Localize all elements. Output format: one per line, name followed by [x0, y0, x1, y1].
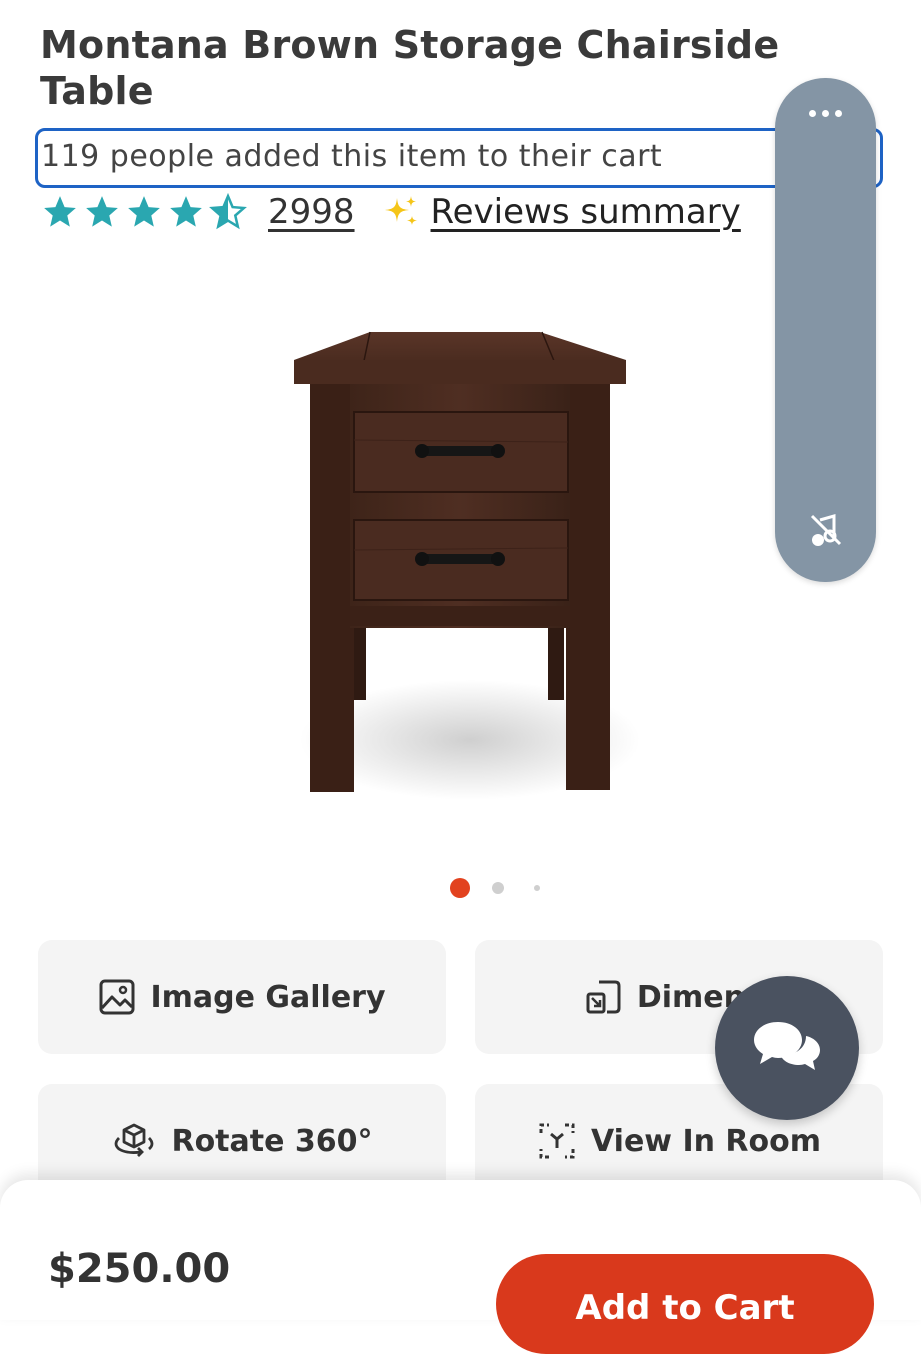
carousel-dot[interactable] — [492, 882, 504, 894]
chat-icon — [752, 1018, 822, 1079]
floating-side-panel[interactable] — [775, 78, 876, 582]
more-icon[interactable] — [775, 110, 876, 117]
resize-icon — [585, 978, 623, 1016]
product-price: $250.00 — [48, 1246, 231, 1292]
star-icon — [166, 193, 206, 231]
product-image[interactable] — [280, 320, 640, 810]
image-gallery-button[interactable]: Image Gallery — [38, 940, 446, 1054]
rotate-360-label: Rotate 360° — [171, 1123, 373, 1159]
product-title: Montana Brown Storage Chairside Table — [40, 23, 780, 113]
half-star-icon — [208, 193, 248, 231]
carousel-dot[interactable] — [534, 885, 540, 891]
cart-notice: 119 people added this item to their cart — [35, 128, 883, 188]
image-icon — [98, 978, 136, 1016]
rating-row: 2998 Reviews summary — [40, 190, 741, 234]
chat-button[interactable] — [715, 976, 859, 1120]
star-rating[interactable] — [40, 193, 248, 231]
sparkle-icon — [381, 192, 421, 232]
sticky-purchase-bar: $250.00 Add to Cart — [0, 1180, 921, 1354]
star-icon — [82, 193, 122, 231]
music-off-icon[interactable] — [806, 510, 846, 555]
carousel-pagination — [450, 878, 540, 898]
add-to-cart-button[interactable]: Add to Cart — [496, 1254, 874, 1354]
review-count-link[interactable]: 2998 — [268, 192, 355, 232]
clipped-brand-text — [200, 0, 460, 2]
cube-rotate-icon — [111, 1122, 157, 1160]
star-icon — [124, 193, 164, 231]
image-gallery-label: Image Gallery — [150, 979, 386, 1015]
reviews-summary-link[interactable]: Reviews summary — [431, 192, 741, 232]
ar-view-icon — [537, 1121, 577, 1161]
carousel-dot[interactable] — [450, 878, 470, 898]
star-icon — [40, 193, 80, 231]
view-in-room-label: View In Room — [590, 1123, 822, 1159]
